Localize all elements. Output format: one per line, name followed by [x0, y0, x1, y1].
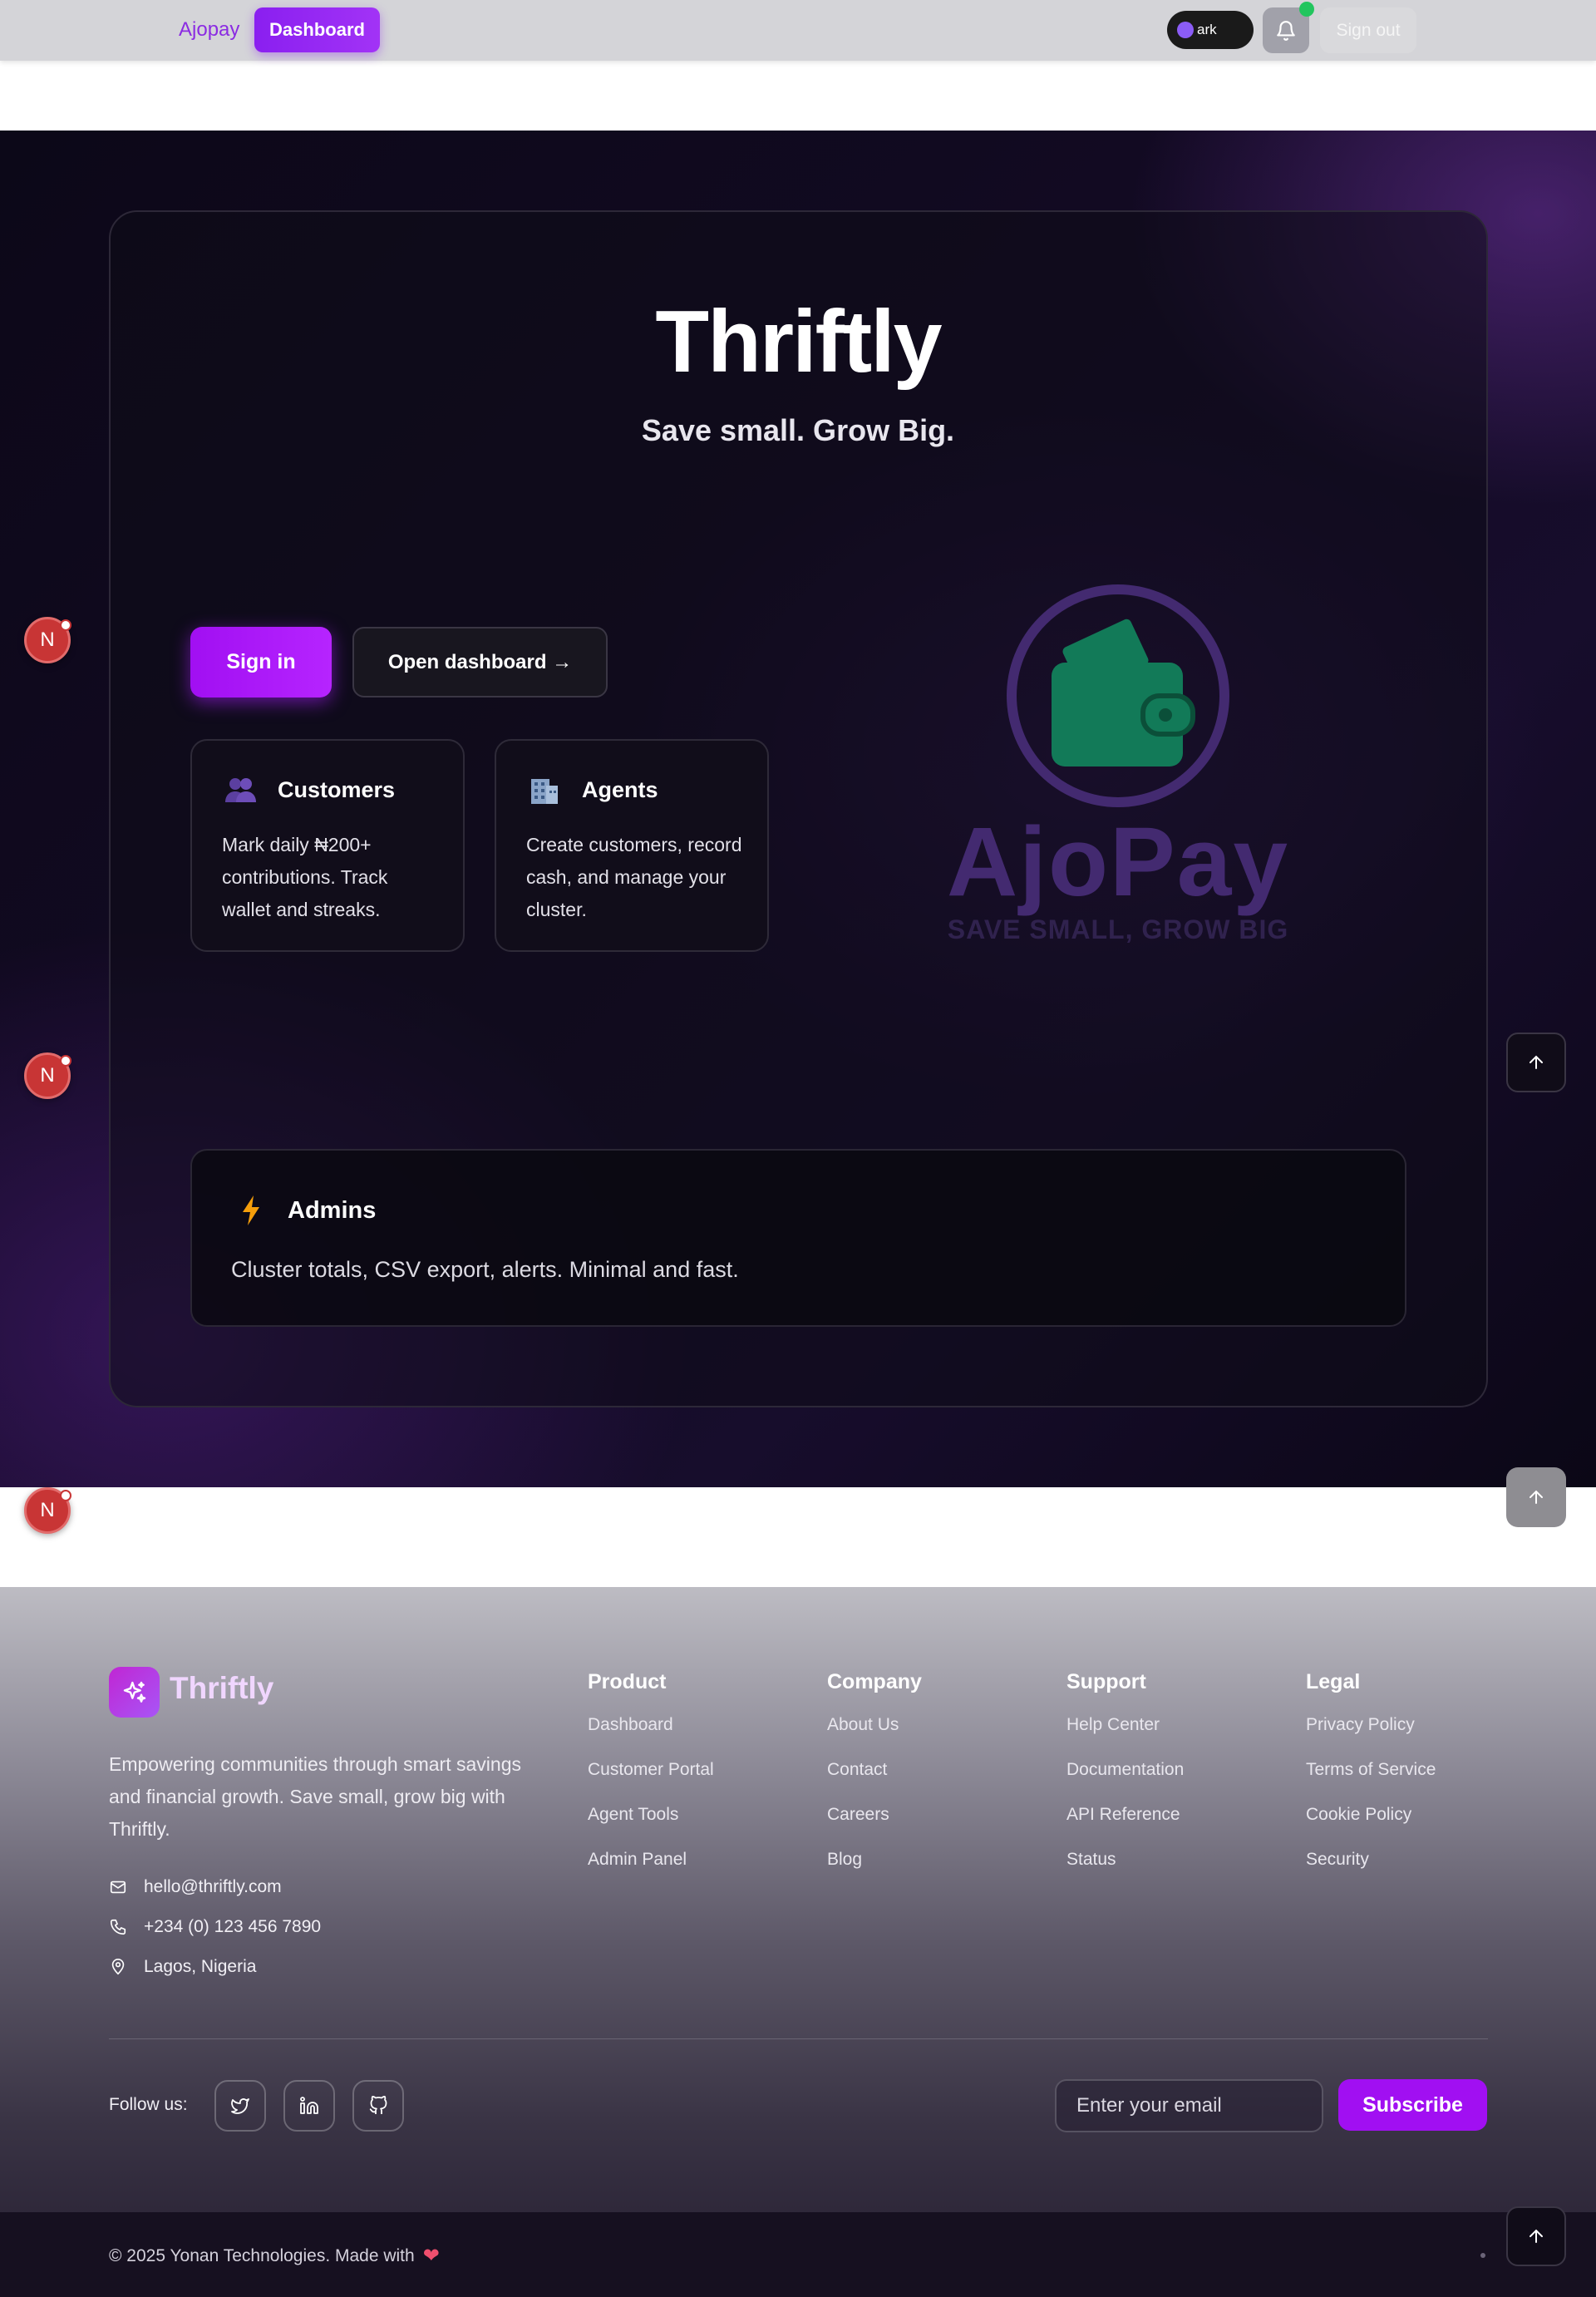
customers-title: Customers	[278, 777, 396, 802]
footer-link[interactable]: Blog	[827, 1847, 922, 1892]
footer-email[interactable]: hello@thriftly.com	[109, 1877, 282, 1897]
footer-divider	[109, 2038, 1488, 2039]
heart-icon: ❤	[422, 2245, 440, 2267]
next-dev-badge[interactable]: N	[24, 1052, 71, 1099]
follow-us-label: Follow us:	[109, 2095, 188, 2114]
status-dot	[1480, 2253, 1485, 2258]
agents-description: Create customers, record cash, and manag…	[526, 834, 742, 920]
admins-description: Cluster totals, CSV export, alerts. Mini…	[231, 1257, 739, 1282]
sign-in-button[interactable]: Sign in	[190, 627, 332, 697]
twitter-icon	[231, 2098, 249, 2114]
agents-title: Agents	[582, 777, 658, 802]
bell-icon	[1277, 20, 1295, 41]
newsletter-email-input[interactable]	[1055, 2079, 1323, 2132]
sign-out-button[interactable]: Sign out	[1320, 7, 1416, 53]
next-badge-dot	[60, 1490, 71, 1501]
people-icon	[225, 778, 256, 802]
hero-title: Thriftly	[655, 293, 942, 391]
next-badge-dot	[60, 1055, 71, 1067]
footer-column-support: Support Help Center Documentation API Re…	[1066, 1670, 1184, 1892]
footer-link[interactable]: Terms of Service	[1306, 1757, 1436, 1802]
sparkles-icon	[123, 1681, 145, 1703]
scroll-to-top-button[interactable]	[1506, 1033, 1566, 1092]
footer-column-company: Company About Us Contact Careers Blog	[827, 1670, 922, 1892]
footer-phone[interactable]: +234 (0) 123 456 7890	[109, 1917, 321, 1937]
next-badge-label: N	[40, 628, 55, 651]
site-footer: Thriftly Empowering communities through …	[0, 1587, 1596, 2297]
next-dev-badge[interactable]: N	[24, 617, 71, 663]
next-badge-label: N	[40, 1499, 55, 1521]
twitter-button[interactable]	[214, 2080, 266, 2132]
footer-column-title: Support	[1066, 1670, 1146, 1693]
footer-link[interactable]: Security	[1306, 1847, 1436, 1892]
admins-title: Admins	[288, 1197, 377, 1224]
map-pin-icon	[111, 1959, 125, 1975]
footer-brand: Thriftly	[170, 1671, 274, 1705]
footer-link[interactable]: Privacy Policy	[1306, 1713, 1436, 1757]
footer-link[interactable]: Help Center	[1066, 1713, 1184, 1757]
footer-link[interactable]: Agent Tools	[588, 1802, 714, 1847]
footer-link[interactable]: Status	[1066, 1847, 1184, 1892]
linkedin-button[interactable]	[283, 2080, 335, 2132]
agents-card: Agents Create customers, record cash, an…	[495, 739, 769, 952]
footer-column-title: Legal	[1306, 1670, 1361, 1693]
footer-link[interactable]: Dashboard	[588, 1713, 714, 1757]
footer-column-title: Company	[827, 1670, 922, 1693]
footer-email-text: hello@thriftly.com	[144, 1877, 282, 1896]
footer-link[interactable]: API Reference	[1066, 1802, 1184, 1847]
arrow-up-icon	[1530, 1055, 1543, 1069]
footer-column-title: Product	[588, 1670, 667, 1693]
theme-toggle-knob	[1177, 22, 1194, 38]
lightning-icon	[243, 1195, 259, 1225]
wallet-logo-icon	[1007, 584, 1229, 807]
customers-card: Customers Mark daily ₦200+ contributions…	[190, 739, 465, 952]
footer-link[interactable]: Admin Panel	[588, 1847, 714, 1892]
footer-about: Empowering communities through smart sav…	[109, 1753, 521, 1840]
ajopay-logo: AjoPay SAVE SMALL, GROW BIG	[931, 579, 1305, 962]
footer-location-text: Lagos, Nigeria	[144, 1957, 257, 1976]
footer-column-legal: Legal Privacy Policy Terms of Service Co…	[1306, 1670, 1436, 1892]
office-building-icon	[531, 779, 558, 804]
footer-phone-text: +234 (0) 123 456 7890	[144, 1917, 322, 1936]
next-badge-label: N	[40, 1064, 55, 1087]
next-dev-badge[interactable]: N	[24, 1487, 71, 1534]
scroll-to-top-button[interactable]	[1506, 2206, 1566, 2266]
ajopay-logo-tagline: SAVE SMALL, GROW BIG	[947, 914, 1289, 944]
theme-toggle-label: ark	[1197, 22, 1217, 37]
footer-link[interactable]: Cookie Policy	[1306, 1802, 1436, 1847]
footer-link[interactable]: Careers	[827, 1802, 922, 1847]
footer-link[interactable]: Customer Portal	[588, 1757, 714, 1802]
copyright: © 2025 Yonan Technologies. Made with ❤	[109, 2244, 440, 2268]
notification-badge	[1299, 2, 1314, 17]
ajopay-wordmark: AjoPay	[946, 807, 1290, 917]
next-badge-dot	[60, 619, 71, 631]
arrow-up-icon	[1530, 1490, 1543, 1504]
mail-icon	[110, 1880, 126, 1894]
hero-tagline: Save small. Grow Big.	[641, 413, 955, 447]
admins-card: Admins Cluster totals, CSV export, alert…	[190, 1149, 1406, 1327]
github-button[interactable]	[352, 2080, 404, 2132]
hero-section: Thriftly Save small. Grow Big. Sign in O…	[0, 131, 1596, 1487]
footer-logo-box	[109, 1667, 160, 1718]
github-icon	[369, 2096, 387, 2114]
theme-toggle[interactable]: ark	[1167, 11, 1254, 49]
dashboard-button[interactable]: Dashboard	[254, 7, 380, 52]
brand-link[interactable]: Ajopay	[179, 18, 239, 42]
footer-link[interactable]: About Us	[827, 1713, 922, 1757]
scroll-to-top-button[interactable]	[1506, 1467, 1566, 1527]
footer-link[interactable]: Documentation	[1066, 1757, 1184, 1802]
open-dashboard-button[interactable]: Open dashboard →	[352, 627, 608, 697]
footer-column-product: Product Dashboard Customer Portal Agent …	[588, 1670, 714, 1892]
subscribe-button[interactable]: Subscribe	[1338, 2079, 1487, 2131]
footer-location: Lagos, Nigeria	[109, 1957, 256, 1977]
phone-icon	[110, 1919, 126, 1935]
copyright-text: © 2025 Yonan Technologies. Made with	[109, 2245, 415, 2265]
customers-description: Mark daily ₦200+ contributions. Track wa…	[222, 834, 388, 920]
footer-link[interactable]: Contact	[827, 1757, 922, 1802]
arrow-up-icon	[1530, 2229, 1543, 2243]
top-navbar: Ajopay Dashboard ark Sign out	[0, 0, 1596, 61]
linkedin-icon	[300, 2097, 318, 2114]
